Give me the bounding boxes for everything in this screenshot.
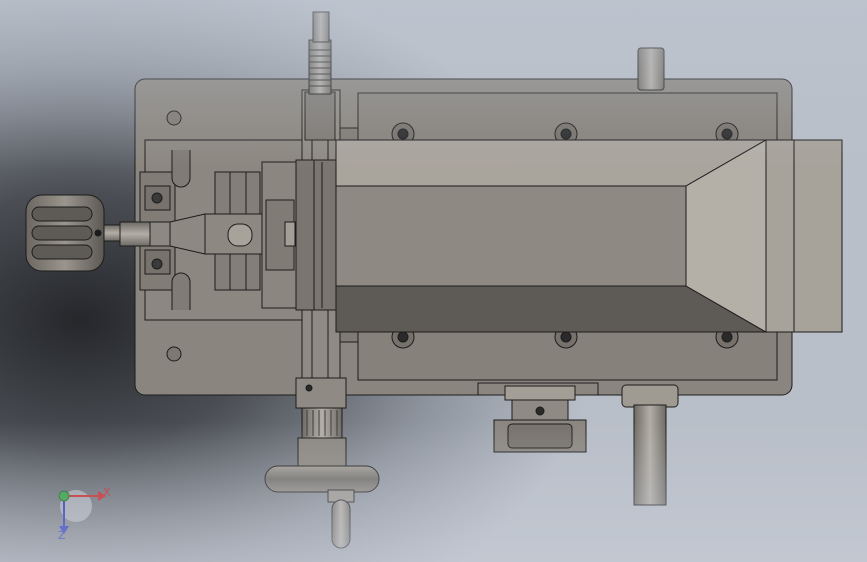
base-hole-top xyxy=(166,110,182,126)
bottom-right-shaft[interactable] xyxy=(633,404,667,506)
axis-z-label: Z xyxy=(58,529,66,542)
bottom-spindle-collar[interactable] xyxy=(295,377,347,409)
chuck-flange[interactable] xyxy=(295,159,339,311)
top-right-pin[interactable] xyxy=(637,47,665,91)
cad-model[interactable] xyxy=(0,0,867,562)
spline-gear[interactable] xyxy=(301,407,343,439)
handwheel-handle[interactable] xyxy=(331,499,351,549)
axis-x-label: X xyxy=(103,486,111,499)
hopper-end-cap[interactable] xyxy=(765,139,843,333)
bottom-right-collar[interactable] xyxy=(621,384,679,408)
handwheel[interactable] xyxy=(264,465,380,493)
base-hole-bottom xyxy=(166,346,182,362)
top-leadscrew-tip[interactable] xyxy=(312,11,330,43)
graphics-viewport[interactable]: X Z xyxy=(0,0,867,562)
coordinate-triad xyxy=(58,490,106,534)
top-leadscrew-nut[interactable] xyxy=(304,91,336,141)
